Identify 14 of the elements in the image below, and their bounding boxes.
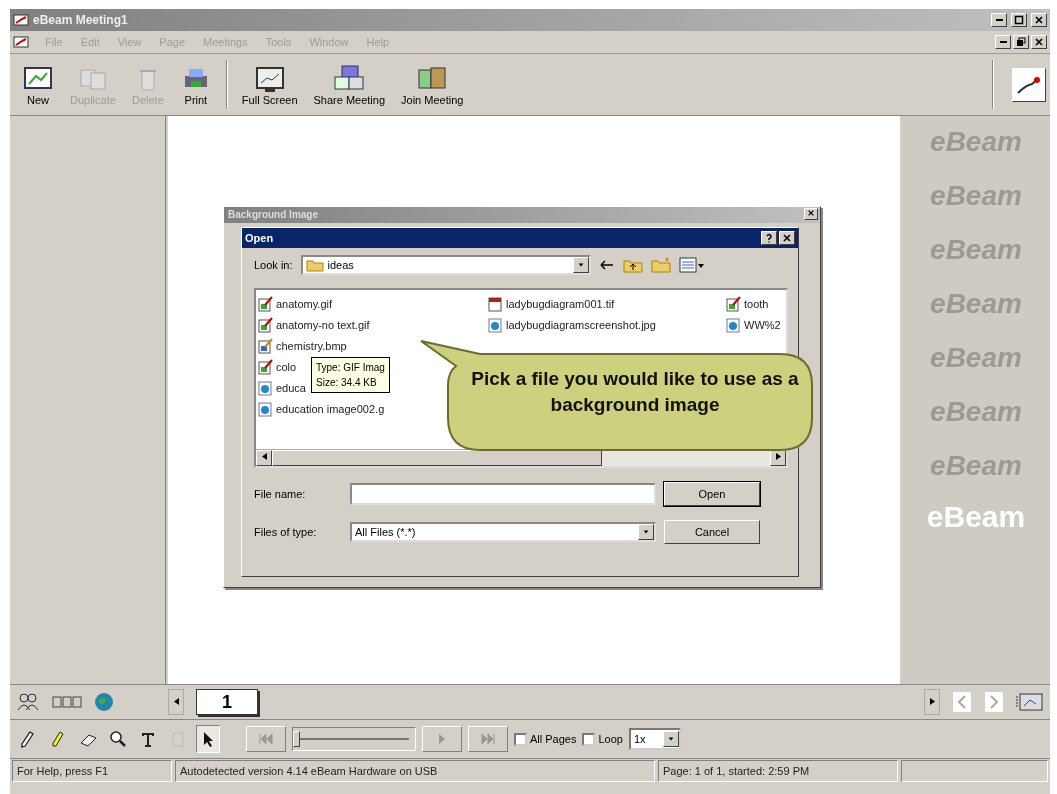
- tooltip: Type: GIF Imag Size: 34.4 KB: [311, 357, 390, 393]
- file-type-label: Files of type:: [254, 526, 318, 538]
- window-title: eBeam Meeting1: [33, 13, 129, 27]
- checkbox-label: All Pages: [530, 733, 577, 745]
- status-text: For Help, press F1: [12, 760, 172, 782]
- dialog-title: Background Image: [228, 208, 319, 222]
- checkbox-label: Loop: [598, 733, 623, 745]
- file-name-label: File name:: [254, 488, 307, 500]
- callout-text: Pick a file you would like to use as a background image: [470, 367, 800, 417]
- dialog-title: Open: [245, 232, 275, 244]
- look-in-label: Look in:: [254, 259, 293, 271]
- brand-logo: eBeam: [926, 500, 1026, 534]
- status-text: Page: 1 of 1, started: 2:59 PM: [658, 760, 898, 782]
- status-text: Autodetected version 4.14 eBeam Hardware on USB: [175, 760, 655, 782]
